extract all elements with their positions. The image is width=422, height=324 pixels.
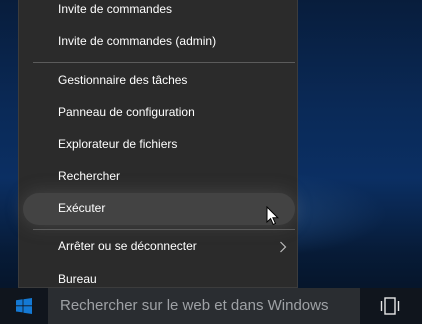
menu-item-label: Arrêter ou se déconnecter xyxy=(58,239,197,253)
task-view-icon xyxy=(380,297,400,315)
menu-item-label: Panneau de configuration xyxy=(58,105,195,119)
menu-item-control-panel[interactable]: Panneau de configuration xyxy=(19,97,297,129)
menu-item-label: Invite de commandes xyxy=(58,2,173,16)
start-button[interactable] xyxy=(0,288,48,324)
menu-item-task-manager[interactable]: Gestionnaire des tâches xyxy=(19,65,297,97)
menu-item-run[interactable]: Exécuter xyxy=(23,193,295,225)
search-placeholder: Rechercher sur le web et dans Windows xyxy=(60,297,329,314)
menu-item-label: Invite de commandes (admin) xyxy=(58,34,217,48)
menu-item-label: Bureau xyxy=(58,272,97,286)
mouse-cursor-icon xyxy=(266,206,280,226)
chevron-right-icon xyxy=(280,241,287,253)
task-view-button[interactable] xyxy=(362,288,418,324)
taskbar-search-box[interactable]: Rechercher sur le web et dans Windows xyxy=(48,288,360,324)
menu-item-shut-down-or-sign-out[interactable]: Arrêter ou se déconnecter xyxy=(19,231,297,263)
menu-separator xyxy=(33,62,295,63)
menu-item-label: Exécuter xyxy=(58,201,106,215)
menu-item-label: Explorateur de fichiers xyxy=(58,137,178,151)
menu-item-command-prompt[interactable]: Invite de commandes xyxy=(19,0,297,26)
windows-logo-icon xyxy=(16,298,32,314)
menu-item-label: Gestionnaire des tâches xyxy=(58,73,188,87)
menu-separator xyxy=(33,229,295,230)
quick-link-menu: Invite de commandes Invite de commandes … xyxy=(18,0,298,288)
menu-item-label: Rechercher xyxy=(58,169,121,183)
menu-item-file-explorer[interactable]: Explorateur de fichiers xyxy=(19,129,297,161)
menu-item-command-prompt-admin[interactable]: Invite de commandes (admin) xyxy=(19,26,297,58)
menu-item-search[interactable]: Rechercher xyxy=(19,161,297,193)
